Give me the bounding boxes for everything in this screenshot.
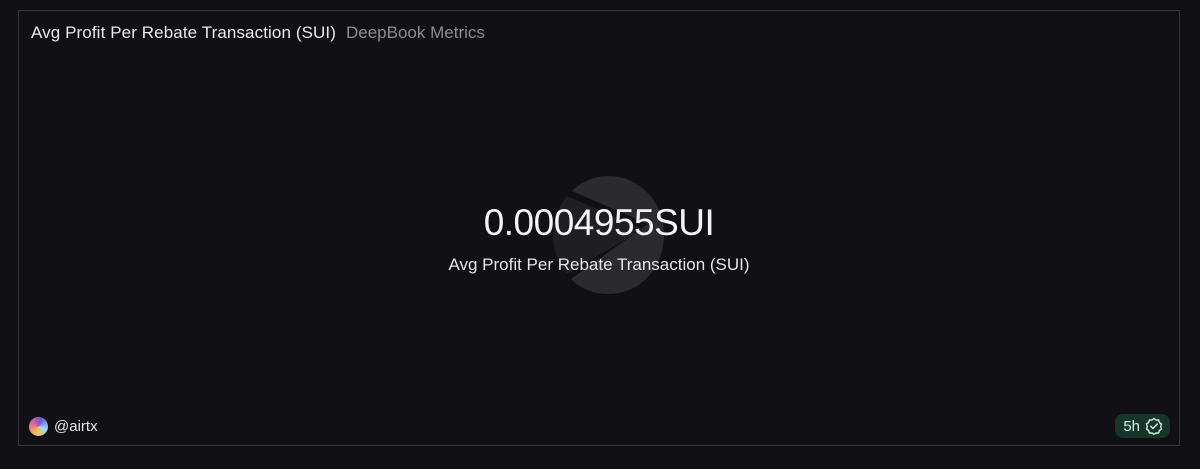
verified-check-icon [1145, 417, 1163, 435]
dashboard-name[interactable]: DeepBook Metrics [346, 23, 485, 43]
counter-label: Avg Profit Per Rebate Transaction (SUI) [448, 255, 750, 274]
counter-value-block: 0.0004955SUI Avg Profit Per Rebate Trans… [19, 201, 1179, 275]
freshness-badge[interactable]: 5h [1115, 414, 1170, 438]
avatar [29, 417, 48, 436]
card-header: Avg Profit Per Rebate Transaction (SUI) … [31, 23, 485, 43]
author-name: @airtx [54, 418, 98, 435]
card-title[interactable]: Avg Profit Per Rebate Transaction (SUI) [31, 23, 336, 43]
counter-card: Avg Profit Per Rebate Transaction (SUI) … [18, 10, 1180, 446]
freshness-text: 5h [1123, 417, 1140, 435]
counter-value: 0.0004955SUI [483, 202, 715, 243]
author-link[interactable]: @airtx [29, 417, 98, 436]
